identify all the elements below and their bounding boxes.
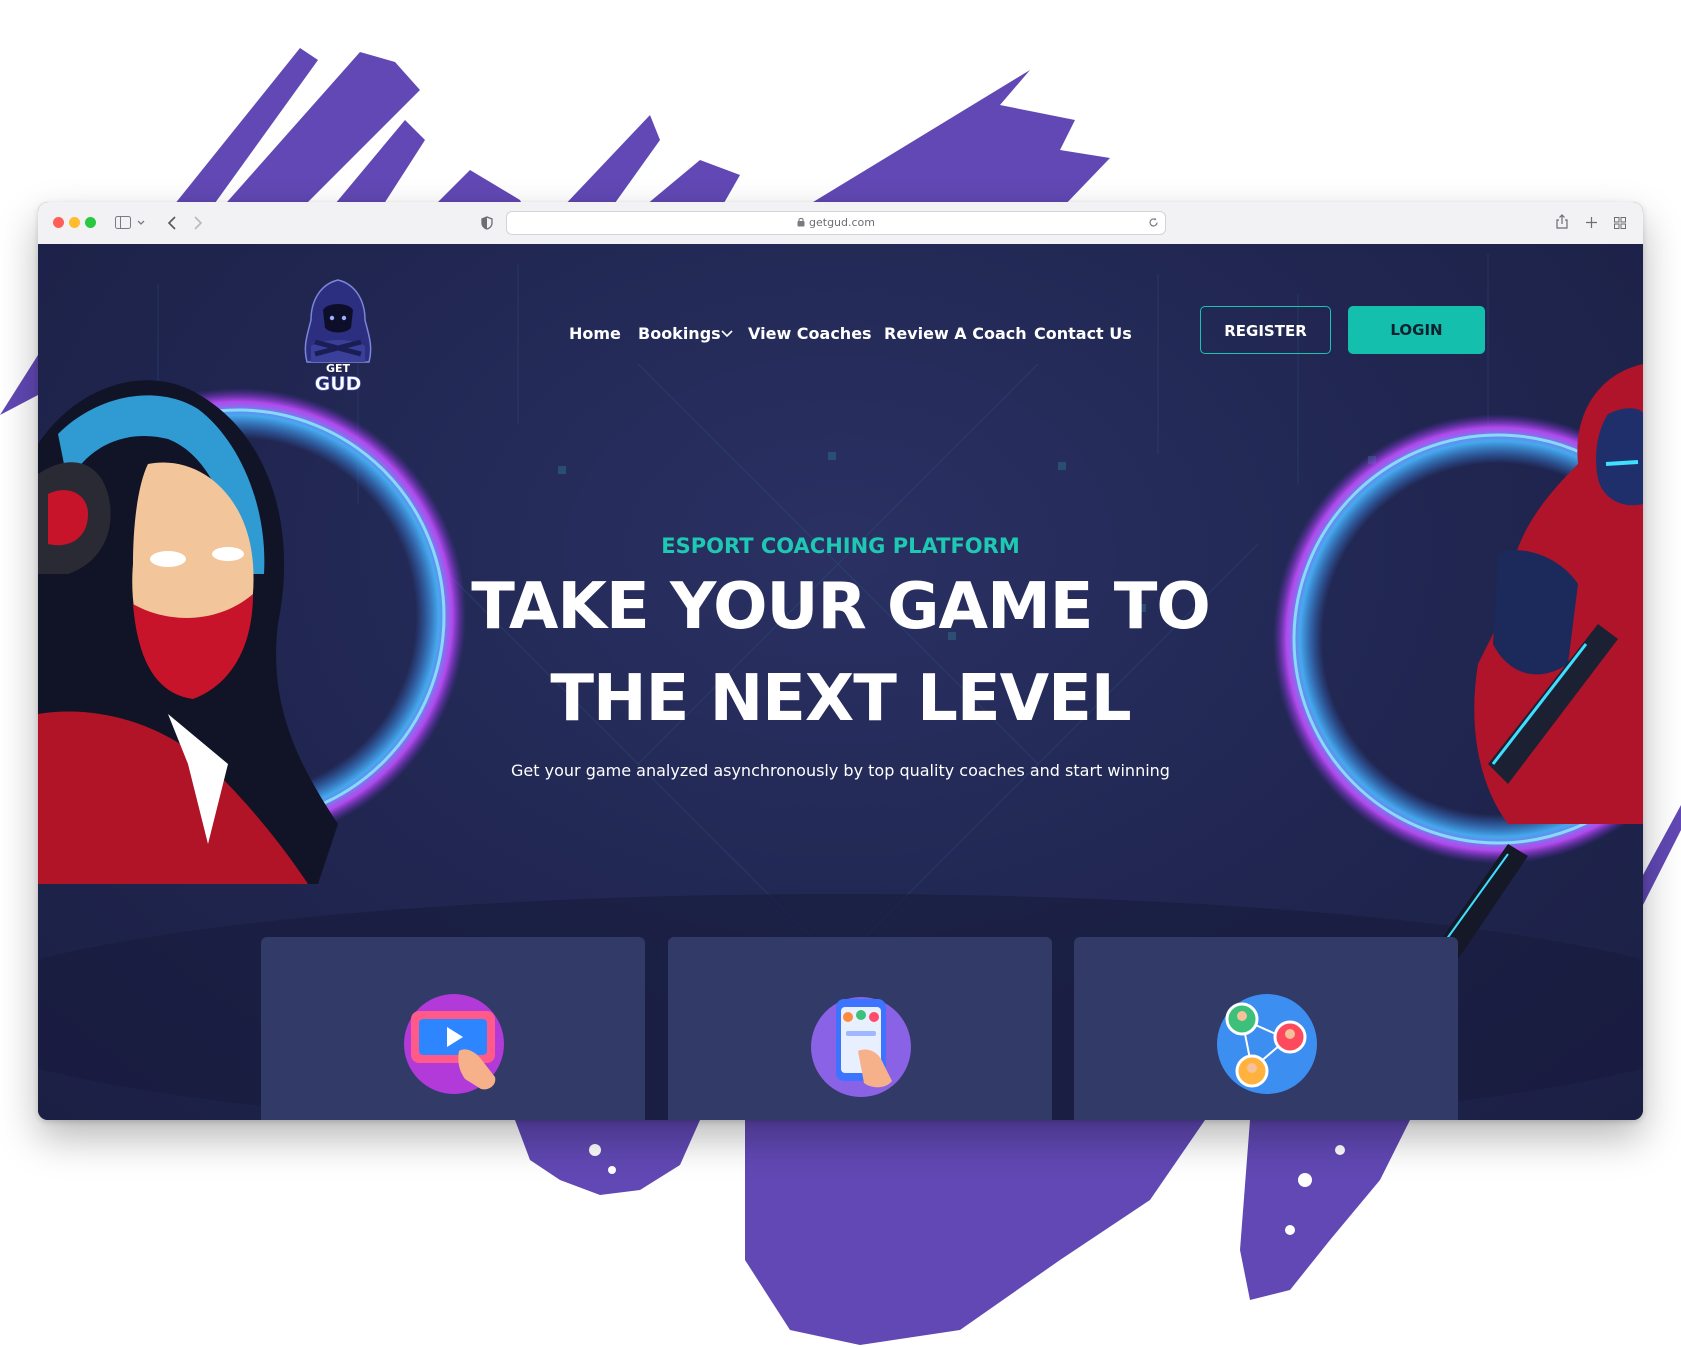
logo-text-bottom: GUD	[315, 373, 362, 394]
feature-card-video-upload[interactable]	[261, 937, 645, 1120]
feature-card-network-connect[interactable]	[1074, 937, 1458, 1120]
nav-home[interactable]: Home	[569, 324, 621, 344]
coach-selection-icon	[811, 997, 911, 1097]
hero-headline-line-2: THE NEXT LEVEL	[550, 662, 1131, 736]
hero-section: GET GUD Home Bookings View Coaches Revie…	[38, 244, 1643, 1120]
new-tab-icon[interactable]	[1586, 217, 1597, 228]
tab-overview-icon[interactable]	[1614, 217, 1626, 229]
sidebar-icon[interactable]	[115, 216, 131, 229]
login-button[interactable]: LOGIN	[1348, 306, 1485, 354]
feature-card-coach-selection[interactable]	[668, 937, 1052, 1120]
hero-headline: TAKE YOUR GAME TO THE NEXT LEVEL	[38, 561, 1643, 745]
share-icon[interactable]	[1556, 214, 1568, 229]
nav-bookings[interactable]: Bookings	[638, 324, 721, 344]
register-button[interactable]: REGISTER	[1200, 306, 1331, 354]
nav-contact-us[interactable]: Contact Us	[1034, 324, 1132, 344]
close-window-button[interactable]	[53, 217, 64, 228]
bookings-chevron-down-icon[interactable]	[720, 326, 734, 340]
back-icon[interactable]	[167, 216, 177, 230]
shield-icon[interactable]	[481, 216, 493, 230]
hero-eyebrow: ESPORT COACHING PLATFORM	[661, 534, 1020, 558]
hero-headline-line-1: TAKE YOUR GAME TO	[471, 570, 1211, 644]
chevron-down-icon[interactable]	[137, 220, 145, 226]
browser-window: getgud.com GET GUD Home Bookings View Co…	[38, 202, 1643, 1120]
hero-subtitle: Get your game analyzed asynchronously by…	[511, 761, 1170, 780]
reload-icon[interactable]	[1148, 217, 1159, 228]
address-url: getgud.com	[507, 212, 1165, 234]
url-text: getgud.com	[809, 216, 875, 229]
minimize-window-button[interactable]	[69, 217, 80, 228]
nav-review-a-coach[interactable]: Review A Coach	[884, 324, 1027, 344]
browser-toolbar: getgud.com	[38, 202, 1643, 245]
nav-view-coaches[interactable]: View Coaches	[748, 324, 872, 344]
forward-icon[interactable]	[193, 216, 203, 230]
lock-icon	[797, 217, 805, 227]
network-connect-icon	[1217, 994, 1317, 1094]
zoom-window-button[interactable]	[85, 217, 96, 228]
address-bar[interactable]: getgud.com	[506, 211, 1166, 235]
getgud-logo[interactable]: GET GUD	[293, 276, 383, 394]
video-upload-icon	[404, 994, 504, 1094]
